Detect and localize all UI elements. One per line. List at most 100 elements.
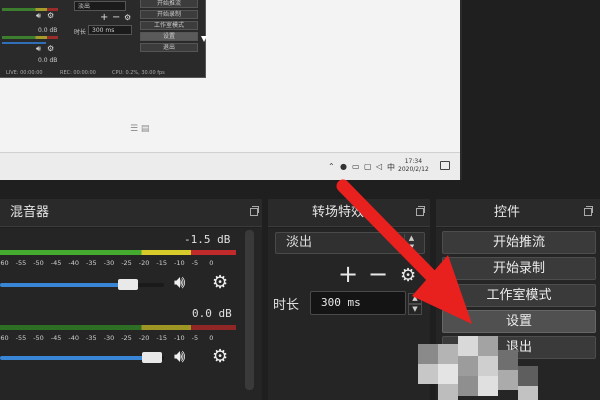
mini-cursor-icon (201, 36, 207, 42)
duration-input[interactable]: 300 ms (310, 291, 406, 315)
mini-duration-label: 时长 (74, 29, 87, 36)
mini-plus-icon: + (100, 12, 109, 23)
mini-control-button: 工作室模式 (140, 21, 198, 30)
meter-ticks: -60-55-50-45-40-35-30-25-20-15-10-50 (0, 331, 236, 343)
list-view-icon: ☰ ▤ (130, 124, 150, 134)
float-panel-icon[interactable] (584, 206, 593, 216)
track-volume-slider[interactable] (0, 356, 164, 360)
mini-status-rec: REC: 00:00:00 (60, 70, 96, 76)
meter-tick-label: -40 (68, 334, 80, 342)
controls-title: 控件 (494, 205, 521, 220)
meter-tick-label: -60 (0, 334, 9, 342)
meter-tick-label: -45 (50, 334, 62, 342)
mini-status-live: LIVE: 00:00:00 (6, 70, 43, 76)
mini-control-button: 开始录制 (140, 10, 198, 19)
meter-ticks: -60-55-50-45-40-35-30-25-20-15-10-50 (0, 256, 236, 268)
mini-gear-icon: ⚙ (47, 11, 55, 20)
meter-tick-label: -20 (138, 334, 150, 342)
gear-icon[interactable]: ⚙ (212, 274, 228, 292)
transition-gear-icon[interactable]: ⚙ (400, 264, 416, 288)
mini-meter (2, 36, 58, 39)
mini-speaker-icon: 🔊︎ (36, 44, 42, 53)
track-level-meter (0, 325, 236, 330)
meter-tick-label: -10 (174, 259, 185, 267)
mosaic-blur (418, 336, 558, 400)
tray-date: 2020/2/12 (398, 166, 429, 173)
preview-margin (462, 0, 600, 180)
track-volume-knob[interactable] (118, 279, 138, 290)
transition-select[interactable]: 淡出 (275, 232, 425, 254)
meter-tick-label: -35 (86, 334, 97, 342)
mini-db-label: 0.0 dB (38, 27, 58, 34)
meter-tick-label: -15 (156, 259, 168, 267)
tray-volume-icon: ◁ (376, 162, 383, 171)
mini-control-button: 设置 (140, 32, 198, 41)
meter-tick-label: -20 (138, 259, 150, 267)
duration-value: 300 ms (321, 296, 361, 309)
transitions-panel-header: 转场特效 (268, 199, 430, 227)
mini-gear-icon: ⚙ (124, 13, 132, 22)
track-db-label: -1.5 dB (184, 233, 231, 246)
tray-time: 17:34 (404, 158, 423, 165)
meter-tick-label: -55 (15, 259, 27, 267)
track-db-label: 0.0 dB (192, 307, 232, 320)
duration-down-icon[interactable]: ▼ (408, 304, 422, 315)
tray-display-icon: ▢ (364, 162, 372, 171)
nested-obs-window: 🔊︎ ⚙ 0.0 dB 🔊︎ ⚙ 0.0 dB 淡出 + − ⚙ 时长 300 … (0, 0, 207, 78)
meter-tick-label: -15 (156, 334, 168, 342)
mini-transition-select: 淡出 (74, 1, 126, 11)
mini-db-label: 0.0 dB (38, 57, 58, 64)
meter-tick-label: 0 (209, 334, 214, 342)
duration-label: 时长 (273, 298, 300, 313)
mixer-title: 混音器 (10, 205, 50, 220)
preview-canvas: 🔊︎ ⚙ 0.0 dB 🔊︎ ⚙ 0.0 dB 淡出 + − ⚙ 时长 300 … (0, 0, 462, 180)
controls-panel-header: 控件 (436, 199, 600, 227)
mini-speaker-icon: 🔊︎ (36, 11, 42, 20)
meter-tick-label: -60 (0, 259, 9, 267)
meter-tick-label: -25 (121, 334, 132, 342)
start-streaming-button[interactable]: 开始推流 (442, 231, 596, 254)
studio-mode-button[interactable]: 工作室模式 (442, 284, 596, 307)
mini-duration-input: 300 ms (88, 25, 132, 35)
track-volume-slider[interactable] (0, 283, 164, 287)
meter-tick-label: -35 (86, 259, 97, 267)
track-level-meter (0, 250, 236, 255)
speaker-icon[interactable]: 🔊︎ (174, 274, 185, 292)
tray-chevron-icon: ⌃ (328, 162, 335, 171)
float-panel-icon[interactable] (250, 206, 259, 216)
speaker-icon[interactable]: 🔊︎ (174, 348, 185, 366)
mini-minus-icon: − (112, 12, 121, 23)
meter-tick-label: -5 (191, 334, 199, 342)
slider-fill (0, 356, 146, 360)
meter-tick-label: -55 (15, 334, 27, 342)
meter-tick-label: -25 (121, 259, 132, 267)
transition-select-value: 淡出 (286, 235, 313, 250)
notification-icon (440, 161, 450, 170)
meter-tick-label: -30 (103, 259, 115, 267)
transitions-title: 转场特效 (312, 205, 365, 220)
mini-control-button: 开始推流 (140, 0, 198, 8)
meter-tick-label: -40 (68, 259, 80, 267)
meter-tick-label: -45 (50, 259, 62, 267)
meter-tick-label: -50 (33, 259, 44, 267)
mixer-panel-header: 混音器 (0, 199, 262, 227)
float-panel-icon[interactable] (416, 206, 425, 216)
duration-up-icon[interactable]: ▲ (408, 293, 422, 304)
mini-control-button: 退出 (140, 43, 198, 52)
tray-mic-icon: ● (340, 162, 347, 171)
start-recording-button[interactable]: 开始录制 (442, 257, 596, 280)
mixer-scrollbar[interactable] (245, 230, 254, 390)
mini-status-cpu: CPU: 0.2%, 30.00 fps (112, 70, 165, 76)
gear-icon[interactable]: ⚙ (212, 348, 228, 366)
settings-button[interactable]: 设置 (442, 310, 596, 333)
track-volume-knob[interactable] (142, 352, 162, 363)
remove-transition-icon[interactable]: − (368, 262, 388, 286)
meter-tick-label: -50 (33, 334, 44, 342)
windows-taskbar: ⌃ ● ▭ ▢ ◁ 中 17:34 2020/2/12 (0, 152, 460, 180)
meter-tick-label: -30 (103, 334, 115, 342)
meter-tick-label: 0 (209, 259, 214, 267)
select-down-icon[interactable]: ▼ (404, 243, 418, 252)
add-transition-icon[interactable]: + (338, 262, 358, 286)
tray-ime-icon: 中 (387, 163, 395, 172)
select-up-icon[interactable]: ▲ (404, 234, 418, 243)
